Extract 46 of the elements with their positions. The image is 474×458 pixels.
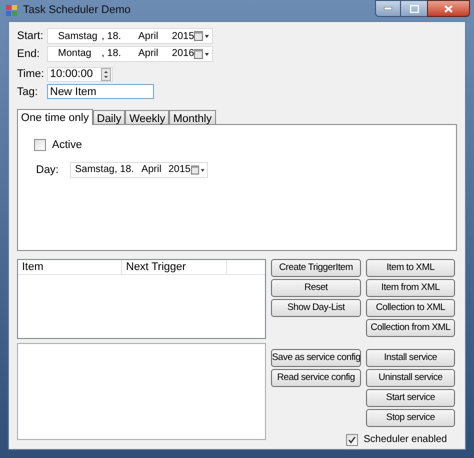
field-label: Day: <box>36 162 60 178</box>
button[interactable]: Collection from XML <box>366 319 455 337</box>
button[interactable]: Stop service <box>366 409 455 427</box>
column-header[interactable]: Next Trigger <box>122 260 227 275</box>
date-picker[interactable]: Samstag, 18. April 2015 <box>70 162 208 178</box>
year-text: 2015 <box>172 30 194 44</box>
year-text: 2016 <box>172 47 194 62</box>
button[interactable]: Item to XML <box>366 259 455 277</box>
button[interactable]: Create TriggerItem <box>271 259 361 277</box>
time-value: 10:00:00 <box>50 67 93 82</box>
day-text: , 18. <box>102 30 122 44</box>
tab[interactable]: Daily <box>92 110 126 124</box>
checkbox-label: Scheduler enabled <box>364 433 447 447</box>
button[interactable]: Collection to XML <box>366 299 455 317</box>
button[interactable]: Save as service config <box>271 349 361 367</box>
year-text: 2015 <box>168 163 191 178</box>
button[interactable]: Reset <box>271 279 361 297</box>
field-label: End: <box>17 46 41 62</box>
tab[interactable]: One time only <box>17 109 93 125</box>
weekday-text: Samstag <box>75 163 114 178</box>
field-label: Time: <box>17 67 46 82</box>
month-text: April <box>141 163 162 178</box>
day-text: , 18. <box>102 47 122 62</box>
day-text: , 18. <box>114 163 135 178</box>
button[interactable]: Read service config <box>271 369 361 387</box>
field-label: Start: <box>17 29 44 44</box>
button[interactable]: Show Day-List <box>271 299 361 317</box>
month-text: April <box>138 47 160 62</box>
text-field[interactable]: New Item <box>47 84 154 100</box>
tab[interactable]: Monthly <box>169 110 216 124</box>
window-title: Task Scheduler Demo <box>23 3 131 18</box>
month-text: April <box>138 30 160 44</box>
date-picker[interactable]: Montag , 18. April 2016 <box>47 46 213 62</box>
field-value: New Item <box>50 84 96 100</box>
checkbox-label: Active <box>52 138 82 153</box>
column-header[interactable]: Item <box>18 260 122 275</box>
field-label: Tag: <box>17 84 39 100</box>
list-view[interactable]: Item Next Trigger <box>17 259 266 339</box>
weekday-text: Samstag <box>58 30 98 44</box>
button[interactable]: Install service <box>366 349 455 367</box>
weekday-text: Montag <box>58 47 92 62</box>
button[interactable]: Uninstall service <box>366 369 455 387</box>
tab[interactable]: Weekly <box>125 110 170 124</box>
button[interactable]: Item from XML <box>366 279 455 297</box>
date-picker[interactable]: Samstag , 18. April 2015 <box>47 28 213 44</box>
button[interactable]: Start service <box>366 389 455 407</box>
